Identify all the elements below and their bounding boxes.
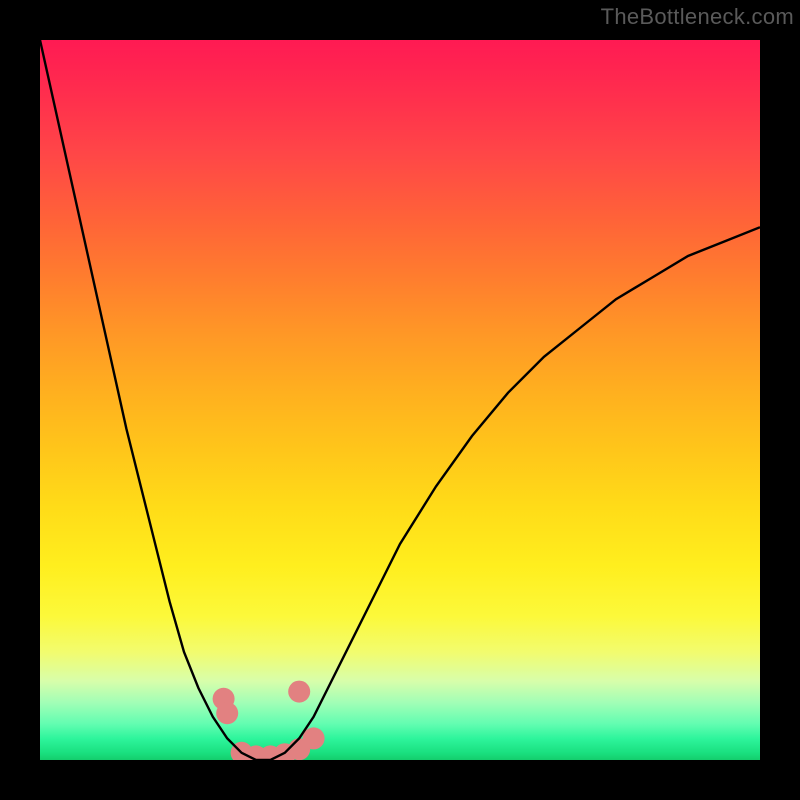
- chart-stage: TheBottleneck.com: [0, 0, 800, 800]
- bottleneck-curve: [40, 40, 760, 760]
- watermark-text: TheBottleneck.com: [601, 4, 794, 30]
- curve-markers: [213, 681, 325, 760]
- curve-svg: [40, 40, 760, 760]
- curve-marker: [303, 727, 325, 749]
- curve-marker: [216, 702, 238, 724]
- plot-area: [40, 40, 760, 760]
- curve-marker: [288, 681, 310, 703]
